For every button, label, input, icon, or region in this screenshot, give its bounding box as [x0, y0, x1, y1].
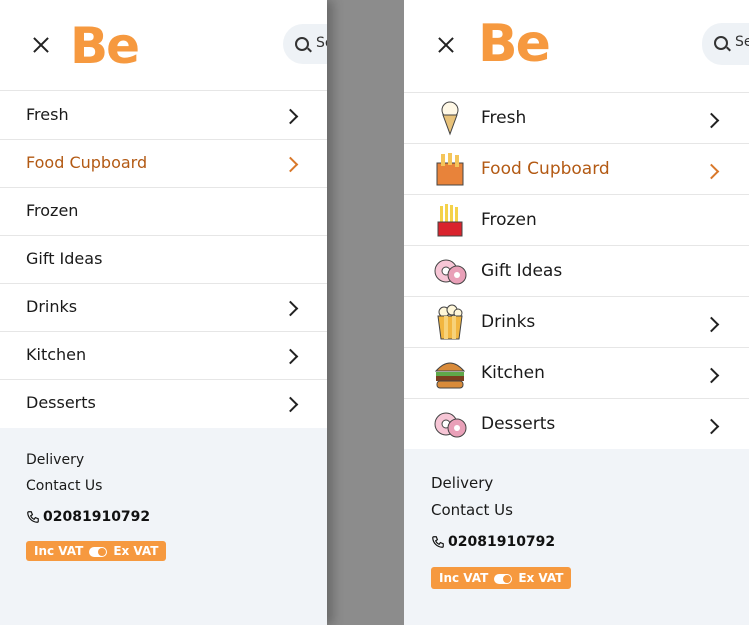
- chevron-right-icon: [282, 108, 299, 125]
- contact-link[interactable]: Contact Us: [26, 478, 102, 494]
- menu-item-gift-ideas[interactable]: Gift Ideas: [0, 236, 327, 284]
- vat-ex-label: Ex VAT: [113, 544, 159, 558]
- chevron-right-icon: [703, 112, 720, 129]
- chevron-right-icon: [703, 316, 720, 333]
- menu-item-label: Kitchen: [481, 363, 545, 383]
- ice-cream-icon: [441, 101, 459, 136]
- menu-item-label: Fresh: [26, 105, 69, 124]
- menu-item-label: Frozen: [481, 210, 537, 230]
- chevron-right-icon: [703, 163, 720, 180]
- contact-link[interactable]: Contact Us: [431, 501, 513, 519]
- phone-icon: [432, 536, 444, 548]
- phone-link[interactable]: 02081910792: [26, 509, 150, 525]
- chevron-right-icon: [282, 156, 299, 173]
- menu-item-fresh[interactable]: Fresh: [0, 91, 327, 140]
- drawer-footer: Delivery Contact Us 02081910792 Inc VAT E…: [404, 449, 749, 625]
- search-placeholder: Se: [316, 35, 327, 51]
- menu-item-frozen[interactable]: Frozen: [404, 195, 749, 246]
- donut-icon: [434, 412, 467, 438]
- menu-item-label: Desserts: [481, 414, 556, 434]
- delivery-link[interactable]: Delivery: [431, 474, 493, 492]
- menu-item-desserts[interactable]: Desserts: [0, 380, 327, 428]
- menu-drawer-plain: Be Se Fresh Food Cupboard Frozen Gift Id…: [0, 0, 327, 625]
- menu-item-fresh[interactable]: Fresh: [404, 93, 749, 144]
- popcorn-icon: [437, 304, 463, 340]
- menu-item-food-cupboard[interactable]: Food Cupboard: [0, 140, 327, 188]
- brand-logo[interactable]: Be: [70, 17, 140, 75]
- toggle-switch-icon: [89, 546, 108, 557]
- search-icon: [714, 36, 728, 50]
- close-icon[interactable]: [435, 34, 457, 56]
- menu-item-drinks[interactable]: Drinks: [404, 297, 749, 348]
- phone-link[interactable]: 02081910792: [431, 534, 555, 550]
- vat-toggle[interactable]: Inc VAT Ex VAT: [431, 567, 572, 589]
- menu-item-kitchen[interactable]: Kitchen: [0, 332, 327, 380]
- menu-item-label: Desserts: [26, 393, 96, 412]
- vat-inc-label: Inc VAT: [439, 571, 489, 585]
- vat-toggle[interactable]: Inc VAT Ex VAT: [26, 541, 167, 561]
- close-icon[interactable]: [30, 34, 52, 56]
- menu-item-food-cupboard[interactable]: Food Cupboard: [404, 144, 749, 195]
- chevron-right-icon: [282, 300, 299, 317]
- burger-icon: [434, 362, 466, 389]
- search-box[interactable]: Se: [283, 24, 327, 64]
- menu-item-label: Frozen: [26, 201, 79, 220]
- menu-item-frozen[interactable]: Frozen: [0, 188, 327, 236]
- menu-item-kitchen[interactable]: Kitchen: [404, 348, 749, 399]
- menu-item-label: Gift Ideas: [481, 261, 563, 281]
- brand-logo[interactable]: Be: [478, 15, 551, 73]
- drawer-header: Be Se: [404, 0, 749, 93]
- toggle-switch-icon: [494, 573, 513, 584]
- menu-item-drinks[interactable]: Drinks: [0, 284, 327, 332]
- menu-item-label: Fresh: [481, 108, 527, 128]
- search-icon: [295, 37, 309, 51]
- chevron-right-icon: [703, 367, 720, 384]
- chevron-right-icon: [282, 396, 299, 413]
- menu-item-label: Drinks: [26, 297, 78, 316]
- vat-ex-label: Ex VAT: [518, 571, 564, 585]
- menu-item-label: Food Cupboard: [26, 153, 148, 172]
- phone-icon: [27, 511, 39, 523]
- phone-number: 02081910792: [43, 509, 151, 525]
- delivery-link[interactable]: Delivery: [26, 452, 84, 468]
- fries-icon: [437, 204, 463, 237]
- menu-item-label: Kitchen: [26, 345, 87, 364]
- menu-item-label: Gift Ideas: [26, 249, 103, 268]
- vat-inc-label: Inc VAT: [34, 544, 84, 558]
- fries-bag-icon: [436, 153, 464, 186]
- drawer-header: Be Se: [0, 0, 327, 91]
- chevron-right-icon: [703, 418, 720, 435]
- search-placeholder: Se: [735, 34, 749, 50]
- menu-item-label: Food Cupboard: [481, 159, 610, 179]
- drawer-footer: Delivery Contact Us 02081910792 Inc VAT E…: [0, 428, 327, 625]
- donut-icon: [434, 259, 467, 285]
- chevron-right-icon: [282, 348, 299, 365]
- menu-item-label: Drinks: [481, 312, 536, 332]
- menu-item-desserts[interactable]: Desserts: [404, 399, 749, 450]
- menu-drawer-icons: Be Se Fresh Food Cupboard Frozen Gift Id…: [404, 0, 749, 625]
- search-box[interactable]: Se: [702, 23, 749, 65]
- phone-number: 02081910792: [448, 534, 556, 550]
- menu-item-gift-ideas[interactable]: Gift Ideas: [404, 246, 749, 297]
